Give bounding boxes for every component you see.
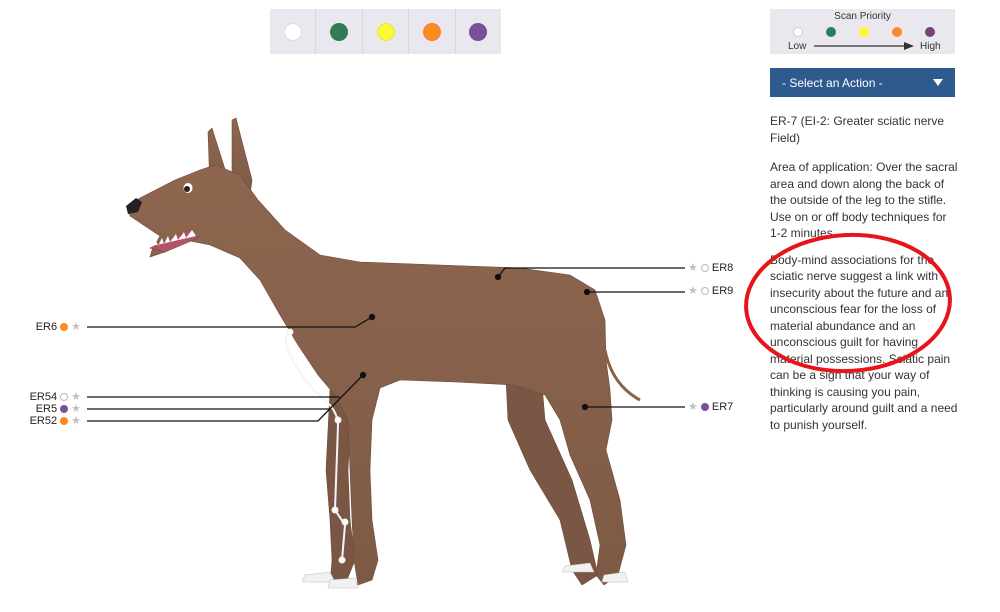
white-dot-icon <box>283 22 302 41</box>
dog-model[interactable] <box>0 0 760 607</box>
point-label: ER54 <box>29 391 58 403</box>
color-filter-bar <box>270 9 501 54</box>
priority-dot <box>60 323 69 331</box>
star-icon[interactable]: ★ <box>71 392 81 403</box>
green-dot-icon <box>330 22 349 41</box>
point-label: ER9 <box>711 285 734 297</box>
priority-dot <box>60 393 69 401</box>
point-er7[interactable]: ★ ER7 <box>688 401 733 413</box>
point-er8[interactable]: ★ ER8 <box>688 262 733 274</box>
low-label: Low <box>788 41 807 52</box>
star-icon[interactable]: ★ <box>688 263 698 274</box>
point-info-panel: ER-7 (EI-2: Greater sciatic nerve Field)… <box>770 113 960 443</box>
purple-dot-icon <box>925 27 935 37</box>
low-dot-icon <box>793 27 803 37</box>
point-er52[interactable]: ER52 ★ <box>30 415 81 427</box>
dog-body <box>126 117 641 589</box>
point-er5[interactable]: ER5 ★ <box>36 403 81 415</box>
high-label: High <box>920 41 941 52</box>
filter-green[interactable] <box>316 9 363 54</box>
point-title: ER-7 (EI-2: Greater sciatic nerve Field) <box>770 114 945 145</box>
point-label: ER52 <box>29 415 58 427</box>
action-select-label: - Select an Action - <box>782 75 883 90</box>
filter-yellow[interactable] <box>363 9 410 54</box>
filter-purple[interactable] <box>456 9 501 54</box>
star-icon[interactable]: ★ <box>71 322 81 333</box>
point-label: ER7 <box>711 401 734 413</box>
body-mind-text: Body-mind associations for the sciatic n… <box>770 252 958 432</box>
point-label: ER5 <box>35 403 58 415</box>
yellow-dot-icon <box>859 27 869 37</box>
point-er9[interactable]: ★ ER9 <box>688 285 733 297</box>
model-viewer[interactable]: ER6 ★ ER54 ★ ER5 ★ ER52 ★ ★ ER8 ★ ER9 ★ … <box>0 0 760 607</box>
star-icon[interactable]: ★ <box>688 286 698 297</box>
point-er6[interactable]: ER6 ★ <box>36 321 81 333</box>
green-dot-icon <box>826 27 836 37</box>
orange-dot-icon <box>892 27 902 37</box>
arrow-right-icon <box>814 42 914 50</box>
priority-dot <box>60 417 69 425</box>
point-er54[interactable]: ER54 ★ <box>30 391 81 403</box>
yellow-dot-icon <box>376 22 395 41</box>
priority-dot <box>700 403 709 411</box>
point-label: ER6 <box>35 321 58 333</box>
filter-orange[interactable] <box>409 9 456 54</box>
purple-dot-icon <box>469 22 488 41</box>
point-label: ER8 <box>711 262 734 274</box>
scan-priority-legend: Scan Priority Low High <box>770 9 955 54</box>
chevron-down-icon <box>933 79 943 86</box>
priority-dot <box>60 405 69 413</box>
orange-dot-icon <box>422 22 441 41</box>
star-icon[interactable]: ★ <box>71 404 81 415</box>
priority-dot <box>700 264 709 272</box>
filter-white[interactable] <box>270 9 317 54</box>
legend-title: Scan Priority <box>834 11 891 22</box>
priority-dot <box>700 287 709 295</box>
star-icon[interactable]: ★ <box>688 402 698 413</box>
area-of-application: Area of application: Over the sacral are… <box>770 160 958 240</box>
action-select[interactable]: - Select an Action - <box>770 68 955 97</box>
star-icon[interactable]: ★ <box>71 416 81 427</box>
